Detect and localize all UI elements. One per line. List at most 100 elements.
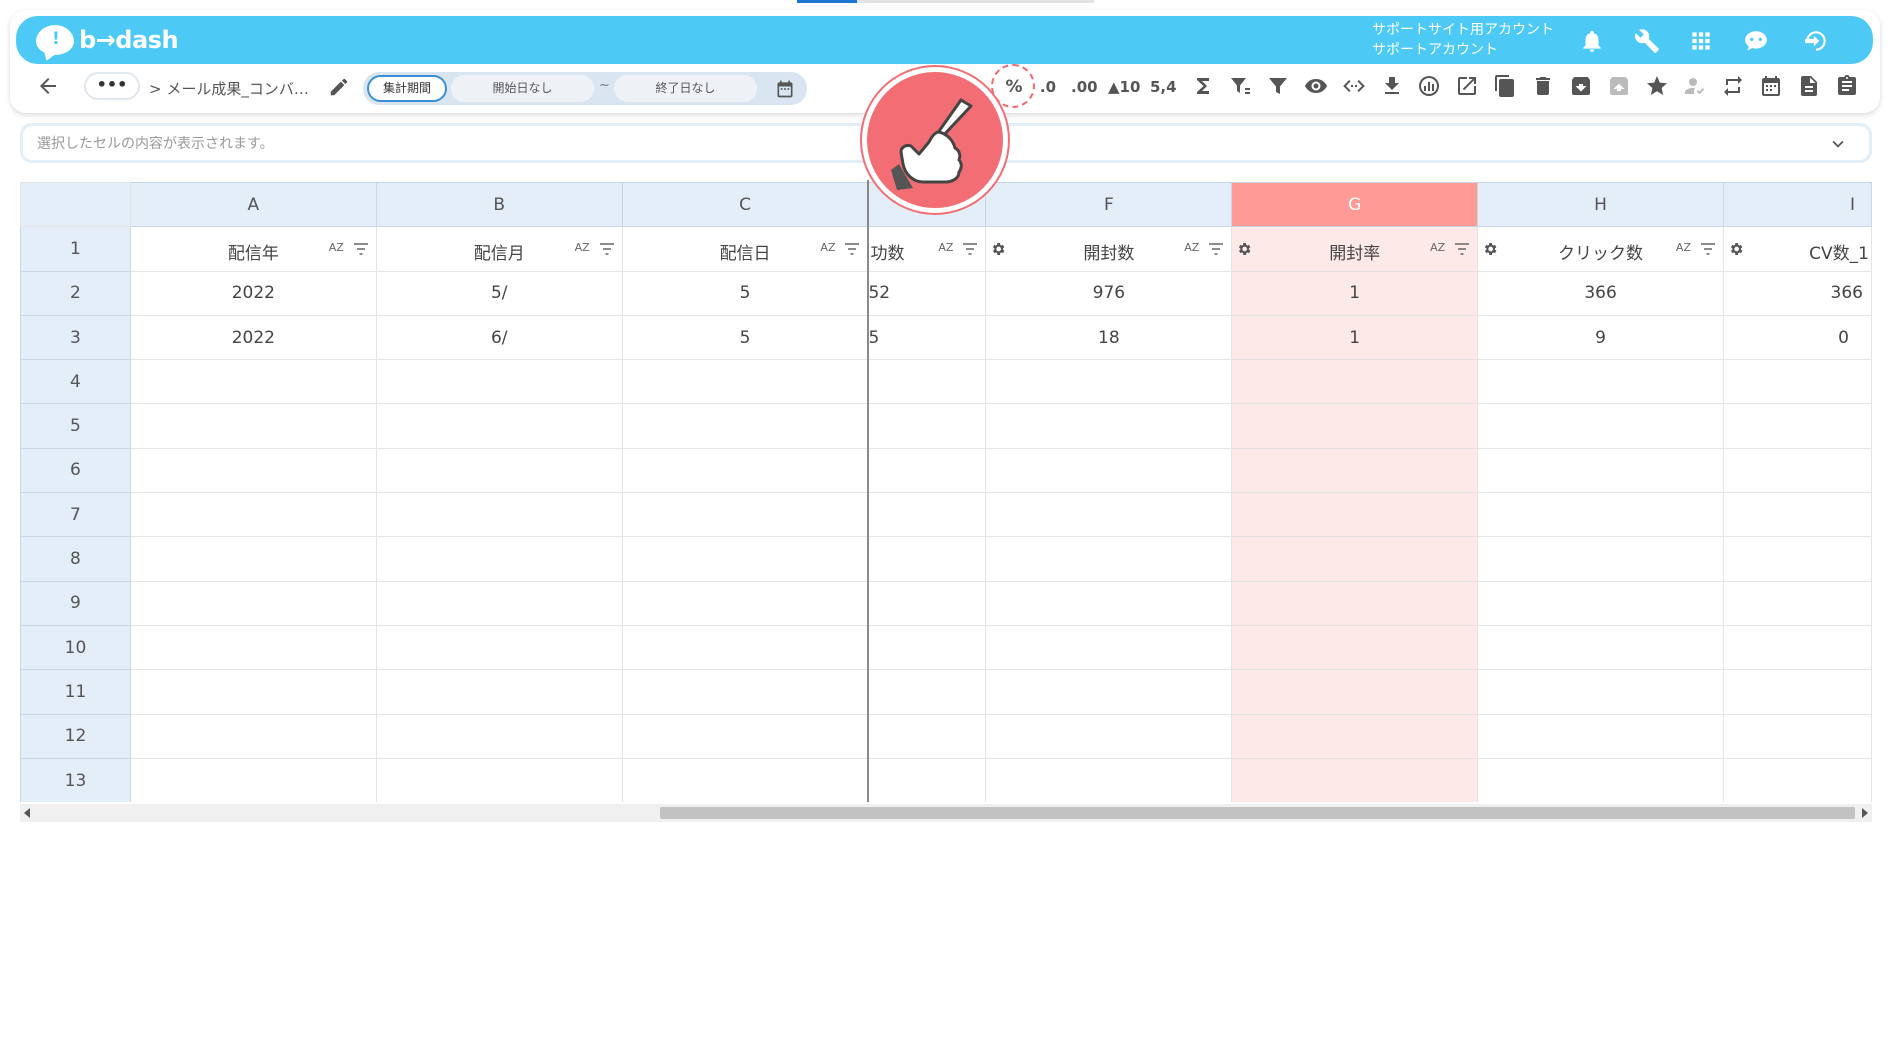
cell[interactable] [985,536,1233,582]
cell[interactable] [375,580,623,626]
cell[interactable] [621,536,869,582]
column-filter-icon[interactable] [599,243,614,256]
row-header[interactable]: 3 [20,314,131,361]
cell[interactable] [129,713,377,759]
cell[interactable] [375,359,623,405]
cell[interactable] [375,713,623,759]
row-header[interactable]: 2 [20,270,131,316]
cell[interactable]: 5 [621,314,869,361]
cell[interactable] [985,403,1233,449]
field-header-cell[interactable]: 開封数 AZ [985,226,1233,272]
cell[interactable]: 366 [1477,270,1724,316]
row-header[interactable]: 13 [20,757,131,802]
download-icon[interactable] [1380,74,1404,100]
schedule-calendar-icon[interactable] [1759,74,1783,100]
row-header[interactable]: 10 [20,624,131,671]
rank-button[interactable]: 5,4 [1150,74,1177,100]
cell[interactable] [621,713,869,759]
cell[interactable] [1722,536,1872,582]
cell[interactable]: 5 [867,314,987,361]
cell[interactable] [1722,757,1872,802]
grid-corner[interactable] [20,182,131,228]
column-header-i[interactable]: I [1722,182,1872,228]
breadcrumb[interactable]: > メール成果_コンバ… [149,78,309,99]
cell[interactable] [1722,447,1872,494]
chevron-down-icon[interactable] [1827,133,1849,155]
cell[interactable] [621,580,869,626]
sort-number-button[interactable]: ▲10 [1108,74,1140,100]
row-header[interactable]: 9 [20,580,131,626]
cell[interactable] [867,669,987,715]
cell-selected[interactable] [1231,624,1479,671]
apps-grid-icon[interactable] [1688,28,1714,54]
cell[interactable] [985,757,1233,802]
row-header[interactable]: 12 [20,713,131,759]
cell[interactable] [867,580,987,626]
cell[interactable] [867,447,987,494]
cell[interactable] [621,403,869,449]
cell[interactable] [621,359,869,405]
cell[interactable]: 9 [1477,314,1724,361]
sort-az-icon[interactable]: AZ [938,241,953,254]
document-icon[interactable] [1797,74,1821,100]
calendar-icon[interactable] [775,79,795,99]
sort-az-icon[interactable]: AZ [575,241,590,254]
cell-selected[interactable] [1231,492,1479,538]
cell[interactable] [1477,492,1724,538]
delete-icon[interactable] [1531,74,1555,100]
cell[interactable] [985,492,1233,538]
cell[interactable] [621,757,869,802]
sync-icon[interactable] [1721,74,1745,100]
logout-icon[interactable] [1803,28,1829,54]
cell[interactable] [129,580,377,626]
cell[interactable] [129,492,377,538]
row-header[interactable]: 7 [20,492,131,538]
cell-selected[interactable] [1231,447,1479,494]
cell[interactable] [985,447,1233,494]
start-date-field[interactable]: 開始日なし [451,75,594,102]
cell[interactable] [1477,669,1724,715]
cell[interactable] [621,447,869,494]
cell[interactable] [1722,713,1872,759]
field-header-cell[interactable]: 配信月 AZ [375,226,623,272]
account-info[interactable]: サポートサイト用アカウント サポートアカウント [1372,20,1554,60]
cell[interactable] [129,403,377,449]
code-view-icon[interactable] [1342,74,1366,100]
copy-icon[interactable] [1493,74,1517,100]
frozen-column-divider[interactable] [867,180,869,802]
scroll-left-arrow-icon[interactable] [24,808,30,818]
edit-note-icon[interactable] [1455,74,1479,100]
clipboard-icon[interactable] [1835,74,1859,100]
cell[interactable] [375,447,623,494]
cell[interactable] [1477,359,1724,405]
period-label-button[interactable]: 集計期間 [367,75,447,102]
sort-az-icon[interactable]: AZ [1676,241,1691,254]
chart-icon[interactable] [1417,74,1441,100]
column-header-a[interactable]: A [129,182,377,228]
column-header-f[interactable]: F [985,182,1233,228]
cell-selected[interactable] [1231,757,1479,802]
cell[interactable] [867,624,987,671]
cell[interactable]: 18 [985,314,1233,361]
cell[interactable] [1477,624,1724,671]
edit-name-icon[interactable] [328,76,350,98]
cell[interactable]: 366 [1722,270,1872,316]
end-date-field[interactable]: 終了日なし [614,75,757,102]
unarchive-icon[interactable] [1607,74,1631,100]
cell[interactable] [1477,757,1724,802]
cell[interactable] [375,403,623,449]
field-header-cell[interactable]: 功数 AZ [867,226,987,272]
bell-icon[interactable] [1579,28,1605,54]
cell[interactable] [1722,669,1872,715]
increase-decimal-button[interactable]: .00 [1071,74,1098,100]
cell[interactable]: 5 [621,270,869,316]
cell[interactable] [375,669,623,715]
sort-az-icon[interactable]: AZ [1184,241,1199,254]
cell-selected[interactable]: 1 [1231,270,1479,316]
cell-selected[interactable] [1231,713,1479,759]
cell[interactable] [621,669,869,715]
cell[interactable]: 5/ [375,270,623,316]
more-options-button[interactable]: ••• [84,72,140,100]
cell[interactable] [129,447,377,494]
cell[interactable] [1722,624,1872,671]
